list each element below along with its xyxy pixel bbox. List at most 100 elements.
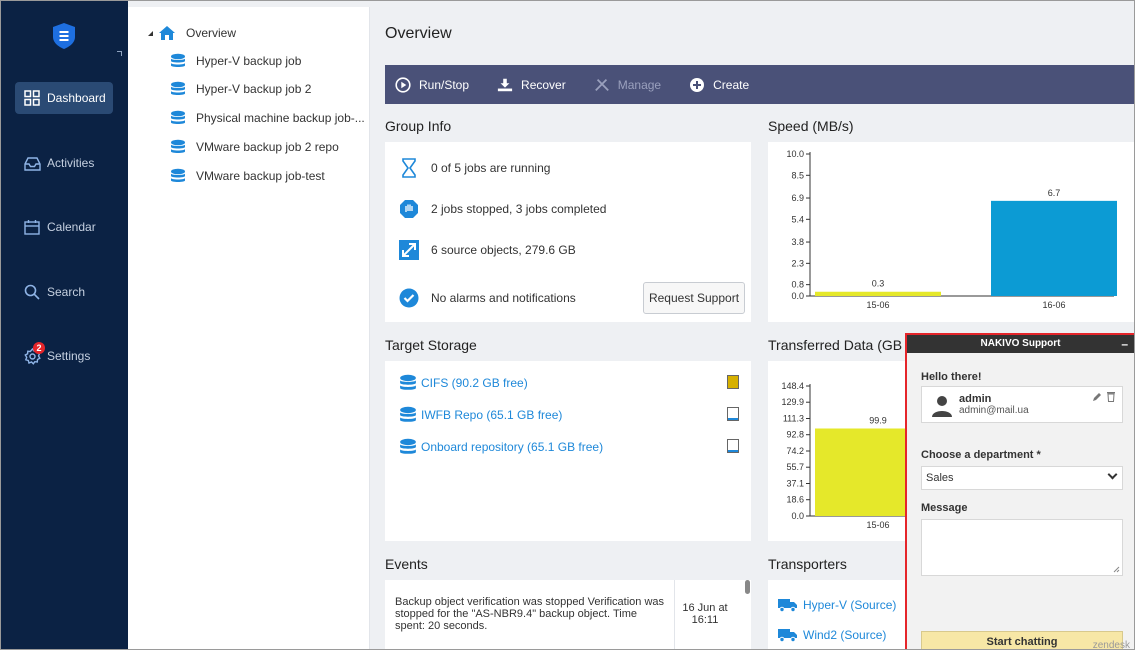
truck-icon xyxy=(778,628,798,642)
bar-value-label: 0.3 xyxy=(872,279,885,289)
tree-top-strip xyxy=(128,1,370,7)
tree-item-job[interactable]: Hyper-V backup job xyxy=(170,50,301,72)
nav-item-activities[interactable]: Activities xyxy=(15,147,113,179)
tree-item-label: Physical machine backup job-... xyxy=(196,111,365,125)
nav-item-label: Calendar xyxy=(47,220,96,234)
resize-handle-icon[interactable] xyxy=(1113,566,1120,573)
support-user-email: admin@mail.ua xyxy=(959,405,1029,416)
support-user-card: admin admin@mail.ua xyxy=(921,386,1123,423)
speed-title: Speed (MB/s) xyxy=(768,118,854,134)
bar-value-label: 99.9 xyxy=(869,415,887,425)
storage-item[interactable]: CIFS (90.2 GB free) xyxy=(399,374,528,392)
source-objects-text: 6 source objects, 279.6 GB xyxy=(431,243,576,257)
minimize-button[interactable]: – xyxy=(1121,335,1128,353)
app-window: Dashboard Activities Calendar Search 2 S… xyxy=(0,0,1135,650)
nav-item-label: Settings xyxy=(47,349,91,363)
tree-item-label: Hyper-V backup job xyxy=(196,54,302,68)
storage-gauge-fill xyxy=(728,376,738,388)
stop-hand-icon xyxy=(399,199,419,219)
storage-item-label: IWFB Repo (65.1 GB free) xyxy=(421,408,563,422)
y-tick-label: 37.1 xyxy=(786,479,804,489)
transporter-item[interactable]: Hyper-V (Source) xyxy=(778,598,896,612)
y-tick-label: 2.3 xyxy=(791,258,804,268)
department-select[interactable]: Sales xyxy=(921,466,1123,490)
nav-item-settings[interactable]: 2 Settings xyxy=(15,340,113,372)
transporter-label: Hyper-V (Source) xyxy=(803,598,897,612)
tools-icon xyxy=(594,77,610,93)
jobs-running-text: 0 of 5 jobs are running xyxy=(431,161,551,175)
y-tick-label: 55.7 xyxy=(786,462,804,472)
storage-item[interactable]: IWFB Repo (65.1 GB free) xyxy=(399,406,562,424)
support-greeting: Hello there! xyxy=(921,371,982,383)
manage-label: Manage xyxy=(617,77,662,92)
tree-item-overview[interactable]: Overview xyxy=(147,22,236,44)
support-chat-widget: NAKIVO Support – Hello there! admin admi… xyxy=(905,333,1134,649)
expand-triangle-icon[interactable] xyxy=(147,30,154,37)
storage-item[interactable]: Onboard repository (65.1 GB free) xyxy=(399,438,603,456)
search-icon xyxy=(23,283,41,301)
manage-button[interactable]: Manage xyxy=(594,77,661,93)
jobs-status-row: 2 jobs stopped, 3 jobs completed xyxy=(399,199,606,219)
y-tick-label: 8.5 xyxy=(791,170,804,180)
database-icon xyxy=(170,168,186,184)
database-icon xyxy=(170,139,186,155)
tree-item-label: VMware backup job-test xyxy=(196,169,325,183)
event-text: Backup object verification was stopped V… xyxy=(395,596,665,632)
department-label: Choose a department * xyxy=(921,449,1041,461)
message-textarea[interactable] xyxy=(921,519,1123,576)
y-tick-label: 0.0 xyxy=(791,291,804,301)
tree-item-job[interactable]: Physical machine backup job-... xyxy=(170,107,365,129)
tree-item-job[interactable]: Hyper-V backup job 2 xyxy=(170,78,311,100)
events-card: Backup object verification was stopped V… xyxy=(385,580,751,649)
recover-button[interactable]: Recover xyxy=(497,77,566,93)
expand-arrows-icon xyxy=(399,240,419,260)
database-icon xyxy=(399,406,417,424)
left-nav: Dashboard Activities Calendar Search 2 S… xyxy=(1,1,128,649)
delete-trash-icon[interactable] xyxy=(1106,391,1116,402)
support-user-name: admin xyxy=(959,393,992,405)
tree-item-label: Overview xyxy=(186,26,237,40)
event-date: 16 Jun at 16:11 xyxy=(682,602,728,626)
database-icon xyxy=(170,81,186,97)
y-tick-label: 129.9 xyxy=(781,397,804,407)
user-avatar-icon xyxy=(932,396,952,417)
source-objects-row: 6 source objects, 279.6 GB xyxy=(399,240,576,260)
hourglass-icon xyxy=(399,158,419,178)
transporter-item[interactable]: Wind2 (Source) xyxy=(778,628,886,642)
y-tick-label: 6.9 xyxy=(791,193,804,203)
group-info-card: 0 of 5 jobs are running 2 jobs stopped, … xyxy=(385,142,751,322)
database-icon xyxy=(170,110,186,126)
x-tick-label: 15-06 xyxy=(866,520,889,530)
tree-item-job[interactable]: VMware backup job-test xyxy=(170,165,325,187)
tree-item-job[interactable]: VMware backup job 2 repo xyxy=(170,136,339,158)
target-storage-title: Target Storage xyxy=(385,337,477,353)
alarms-text: No alarms and notifications xyxy=(431,291,576,305)
y-tick-label: 5.4 xyxy=(791,214,804,224)
nav-item-search[interactable]: Search xyxy=(15,276,113,308)
check-circle-icon xyxy=(399,288,419,308)
play-circle-icon xyxy=(395,76,411,93)
page-title: Overview xyxy=(385,25,452,42)
events-scrollbar[interactable] xyxy=(745,580,750,594)
plus-circle-icon xyxy=(689,77,705,93)
events-title: Events xyxy=(385,556,428,572)
bar-value-label: 6.7 xyxy=(1048,188,1061,198)
collapse-nav-icon[interactable] xyxy=(117,51,122,56)
run-stop-button[interactable]: Run/Stop xyxy=(395,76,469,93)
settings-badge: 2 xyxy=(33,342,45,354)
y-tick-label: 10.0 xyxy=(786,149,804,159)
edit-pencil-icon[interactable] xyxy=(1092,392,1102,402)
create-button[interactable]: Create xyxy=(689,77,749,93)
nav-item-calendar[interactable]: Calendar xyxy=(15,211,113,243)
job-tree-panel: Overview Hyper-V backup job Hyper-V back… xyxy=(128,1,370,649)
home-icon xyxy=(159,26,175,40)
group-info-title: Group Info xyxy=(385,118,452,134)
chart-bar xyxy=(991,200,1117,296)
x-tick-label: 16-06 xyxy=(1042,300,1065,310)
storage-gauge-fill xyxy=(728,417,738,420)
request-support-button[interactable]: Request Support xyxy=(643,282,745,314)
support-body: Hello there! admin admin@mail.ua Choose … xyxy=(907,353,1134,649)
nakivo-logo-icon xyxy=(53,23,75,49)
nav-item-dashboard[interactable]: Dashboard xyxy=(15,82,113,114)
gear-icon: 2 xyxy=(23,342,45,365)
